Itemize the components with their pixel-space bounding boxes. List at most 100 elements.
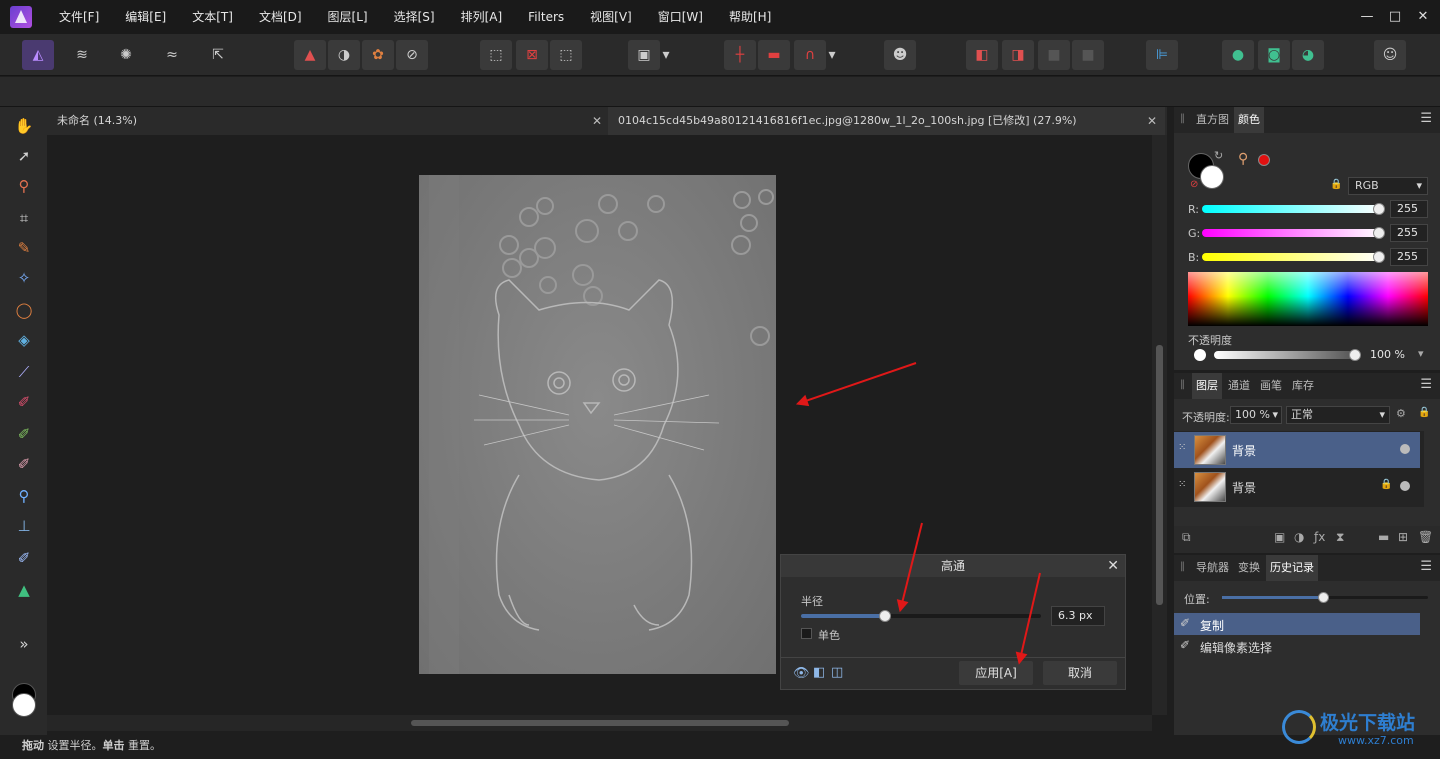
tone-mapping-persona-icon[interactable]: ≈: [156, 40, 188, 70]
opacity-value[interactable]: 100 %: [1370, 348, 1405, 361]
trash-icon[interactable]: 🗑: [1418, 530, 1433, 544]
paint-brush-tool-icon[interactable]: ✐: [10, 389, 38, 415]
close-tab-icon[interactable]: ✕: [592, 107, 602, 135]
layer-grip-icon[interactable]: ⁙: [1178, 442, 1186, 453]
r-slider[interactable]: [1202, 205, 1382, 213]
tab-brushes[interactable]: 画笔: [1256, 373, 1286, 399]
export-persona-icon[interactable]: ⇱: [202, 40, 234, 70]
add-layer-icon[interactable]: ⊞: [1398, 530, 1408, 544]
close-icon[interactable]: ✕: [1107, 555, 1119, 577]
horizontal-scroll-thumb[interactable]: [411, 720, 789, 726]
live-filter-icon[interactable]: ⧗: [1336, 530, 1344, 545]
gear-icon[interactable]: ⚙: [1396, 407, 1406, 420]
move-tool-icon[interactable]: ➚: [10, 143, 38, 169]
tab-navigator[interactable]: 导航器: [1192, 555, 1233, 581]
opacity-slider[interactable]: [1214, 351, 1354, 359]
high-pass-kitten-image[interactable]: [419, 175, 776, 674]
stroke-color-swatch[interactable]: [1200, 165, 1224, 189]
chevron-down-icon[interactable]: ▾: [824, 40, 840, 70]
layer-grip-icon[interactable]: ⁙: [1178, 479, 1186, 490]
selection-marquee-icon[interactable]: ⬚: [480, 40, 512, 70]
fx-icon[interactable]: ƒx: [1314, 530, 1325, 544]
dodge-brush-tool-icon[interactable]: ✐: [10, 421, 38, 447]
liquify-persona-icon[interactable]: ≋: [66, 40, 98, 70]
color-spectrum[interactable]: [1188, 272, 1428, 326]
color-wheel-icon[interactable]: ✿: [362, 40, 394, 70]
r-value-field[interactable]: 255: [1390, 200, 1428, 218]
layer-stack-icon[interactable]: ⧉: [1182, 530, 1191, 545]
swap-colors-icon[interactable]: ↻: [1214, 149, 1223, 162]
visibility-dot-icon[interactable]: [1400, 444, 1410, 454]
panel-menu-icon[interactable]: ☰: [1420, 111, 1432, 126]
lock-icon[interactable]: 🔒: [1330, 179, 1342, 190]
hand-tool-icon[interactable]: ✋: [10, 113, 38, 139]
erase-brush-tool-icon[interactable]: ✐: [10, 451, 38, 477]
pen-tool-icon[interactable]: ▲: [10, 577, 38, 603]
selection-brush-tool-icon[interactable]: ✎: [10, 235, 38, 261]
history-item[interactable]: ✐ 编辑像素选择: [1174, 635, 1420, 657]
magic-wand-tool-icon[interactable]: ✧: [10, 265, 38, 291]
radius-slider-knob[interactable]: [879, 610, 891, 622]
snapping-toggle-icon[interactable]: ▬: [758, 40, 790, 70]
lock-icon[interactable]: 🔒: [1418, 407, 1430, 418]
g-slider[interactable]: [1202, 229, 1382, 237]
move-top-icon[interactable]: ■: [1072, 40, 1104, 70]
vertical-scrollbar[interactable]: [1152, 135, 1167, 715]
boolean-subtract-icon[interactable]: ◙: [1258, 40, 1290, 70]
blur-brush-tool-icon[interactable]: ⚲: [10, 483, 38, 509]
tab-layers[interactable]: 图层: [1192, 373, 1222, 399]
healing-brush-tool-icon[interactable]: ✐: [10, 545, 38, 571]
move-forward-icon[interactable]: ◨: [1002, 40, 1034, 70]
close-window-button[interactable]: ✕: [1406, 0, 1440, 34]
menu-select[interactable]: 选择[S]: [381, 0, 448, 34]
layer-opacity-select[interactable]: 100 % ▾: [1230, 406, 1282, 424]
no-color-icon[interactable]: ⊘: [1190, 179, 1198, 190]
levels-icon[interactable]: ▲: [294, 40, 326, 70]
menu-help[interactable]: 帮助[H]: [716, 0, 784, 34]
picked-color-swatch[interactable]: [1258, 154, 1270, 166]
move-front-icon[interactable]: ■: [1038, 40, 1070, 70]
g-value-field[interactable]: 255: [1390, 224, 1428, 242]
color-model-select[interactable]: RGB ▾: [1348, 177, 1428, 195]
radius-value-field[interactable]: 6.3 px: [1051, 606, 1105, 626]
blend-mode-select[interactable]: 正常 ▾: [1286, 406, 1390, 424]
drag-handle-icon[interactable]: ‖: [1180, 561, 1185, 572]
history-position-knob[interactable]: [1318, 592, 1329, 603]
deselect-icon[interactable]: ⊠: [516, 40, 548, 70]
mirror-view-icon[interactable]: ◫: [831, 665, 843, 680]
g-slider-knob[interactable]: [1373, 227, 1385, 239]
menu-edit[interactable]: 编辑[E]: [112, 0, 179, 34]
visibility-dot-icon[interactable]: [1400, 481, 1410, 491]
photo-persona-icon[interactable]: ◭: [22, 40, 54, 70]
menu-filters[interactable]: Filters: [515, 0, 577, 34]
menu-text[interactable]: 文本[T]: [179, 0, 246, 34]
boolean-add-icon[interactable]: ●: [1222, 40, 1254, 70]
opacity-slider-knob[interactable]: [1349, 349, 1361, 361]
tab-history[interactable]: 历史记录: [1266, 555, 1318, 581]
preview-eye-icon[interactable]: 👁: [793, 666, 810, 681]
white-balance-icon[interactable]: ⊘: [396, 40, 428, 70]
assistant-icon[interactable]: ☻: [884, 40, 916, 70]
history-item[interactable]: ✐ 复制: [1174, 613, 1420, 635]
invert-selection-icon[interactable]: ⬚: [550, 40, 582, 70]
align-icon[interactable]: ⊫: [1146, 40, 1178, 70]
mono-checkbox[interactable]: [801, 628, 812, 639]
contrast-icon[interactable]: ◑: [328, 40, 360, 70]
more-tools-icon[interactable]: »: [10, 631, 38, 657]
clone-brush-tool-icon[interactable]: ⊥: [10, 513, 38, 539]
affinity-photo-logo-icon[interactable]: [10, 6, 32, 28]
menu-document[interactable]: 文档[D]: [246, 0, 315, 34]
b-value-field[interactable]: 255: [1390, 248, 1428, 266]
gradient-tool-icon[interactable]: ⟋: [10, 359, 38, 385]
magnet-icon[interactable]: ∩: [794, 40, 826, 70]
panel-menu-icon[interactable]: ☰: [1420, 559, 1432, 574]
menu-view[interactable]: 视图[V]: [577, 0, 645, 34]
tab-stock[interactable]: 库存: [1288, 373, 1318, 399]
tab-image[interactable]: 0104c15cd45b49a80121416816f1ec.jpg@1280w…: [608, 107, 1165, 135]
split-view-icon[interactable]: ◧: [813, 665, 825, 680]
cancel-button[interactable]: 取消: [1043, 661, 1117, 685]
boolean-intersect-icon[interactable]: ◕: [1292, 40, 1324, 70]
user-account-icon[interactable]: ☺: [1374, 40, 1406, 70]
layer-row[interactable]: ⁙ 背景 🔒: [1174, 469, 1420, 505]
menu-layer[interactable]: 图层[L]: [315, 0, 381, 34]
